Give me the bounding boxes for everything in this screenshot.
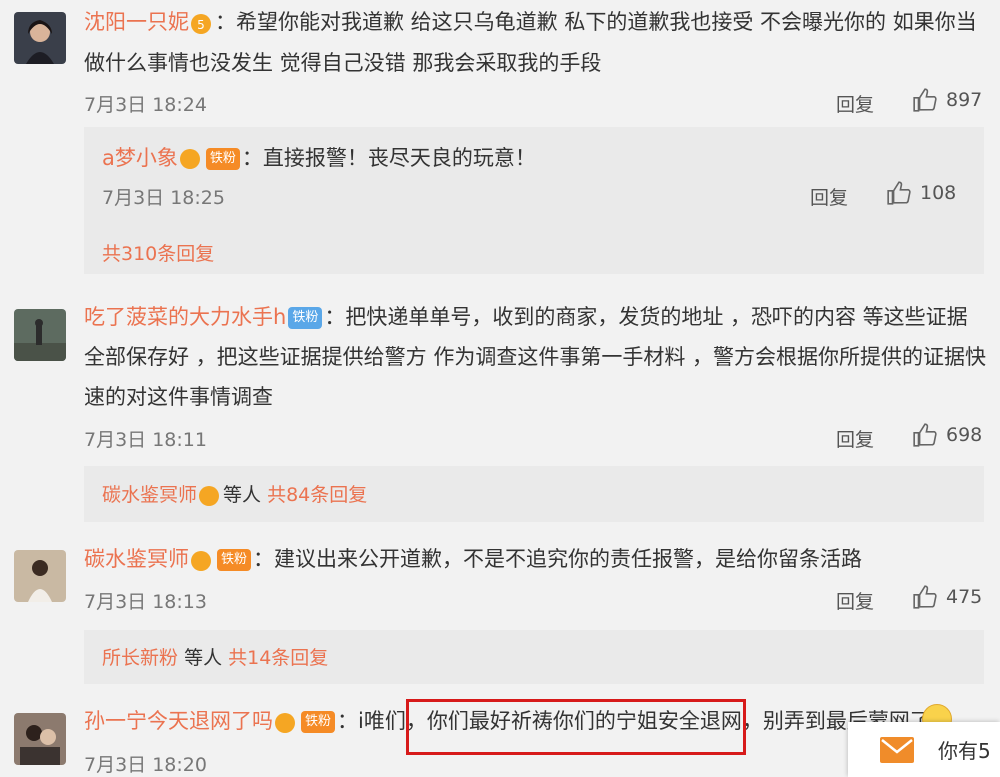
medal-icon bbox=[198, 485, 222, 507]
username[interactable]: 沈阳一只妮 bbox=[84, 10, 189, 34]
thumbs-up-icon bbox=[913, 423, 937, 447]
avatar[interactable] bbox=[14, 309, 66, 361]
comment-text: ：希望你能对我道歉 给这只乌龟道歉 私下的道歉我也接受 不会曝光你的 如果你当 bbox=[215, 10, 977, 34]
summary-suffix: 等人 bbox=[223, 484, 262, 506]
username[interactable]: 碳水鉴冥师 bbox=[102, 484, 197, 506]
fan-badge: 铁粉 bbox=[217, 549, 252, 571]
fan-badge: 铁粉 bbox=[301, 711, 336, 733]
username[interactable]: a梦小象 bbox=[102, 146, 178, 170]
username[interactable]: 所长新粉 bbox=[102, 647, 178, 669]
like-count: 108 bbox=[920, 182, 957, 204]
comment-text: ：建议出来公开道歉，不是不追究你的责任报警，是给你留条活路 bbox=[253, 547, 863, 571]
username[interactable]: 吃了菠菜的大力水手h bbox=[84, 305, 286, 329]
like-button[interactable]: 108 bbox=[886, 180, 956, 206]
timestamp: 7月3日 18:25 bbox=[102, 187, 225, 209]
comment-text: ：i唯们 bbox=[337, 709, 406, 733]
medal-level: 5 bbox=[197, 18, 205, 32]
timestamp: 7月3日 18:13 bbox=[84, 591, 207, 613]
sub-reply-box: 碳水鉴冥师 等人 共84条回复 bbox=[84, 466, 984, 522]
like-button[interactable]: 897 bbox=[912, 87, 982, 113]
comment-text: ：直接报警！丧尽天良的玩意！ bbox=[241, 146, 536, 170]
envelope-icon bbox=[880, 736, 914, 763]
like-count: 897 bbox=[946, 89, 983, 111]
medal-icon bbox=[190, 549, 214, 571]
timestamp: 7月3日 18:11 bbox=[84, 429, 207, 451]
reply-button[interactable]: 回复 bbox=[810, 183, 848, 210]
reply-button[interactable]: 回复 bbox=[836, 90, 874, 117]
username[interactable]: 碳水鉴冥师 bbox=[84, 547, 189, 571]
fan-badge: 铁粉 bbox=[288, 307, 323, 329]
reply-button[interactable]: 回复 bbox=[836, 587, 874, 614]
sub-reply-box: a梦小象 铁粉 ：直接报警！丧尽天良的玩意！ 7月3日 18:25 回复 108 共… bbox=[84, 127, 984, 274]
summary-suffix: 等人 bbox=[184, 647, 223, 669]
thumbs-up-icon bbox=[887, 181, 911, 205]
medal-icon bbox=[274, 711, 298, 733]
message-notification[interactable]: 你有5 bbox=[848, 722, 1000, 777]
avatar[interactable] bbox=[14, 713, 66, 765]
comment-text: 全部保存好 ，把这些证据提供给警方 作为调查这件事第一手材料 ，警方会根据你所提… bbox=[84, 345, 987, 369]
more-replies-link[interactable]: 共84条回复 bbox=[267, 484, 367, 506]
comment-text: 速的对这件事情调查 bbox=[84, 385, 273, 409]
notification-text: 你有5 bbox=[938, 739, 991, 763]
sub-reply-box: 所长新粉 等人 共14条回复 bbox=[84, 630, 984, 684]
comment-text: ：把快递单单号，收到的商家，发货的地址 ，恐吓的内容 等这些证据 bbox=[324, 305, 968, 329]
fan-badge: 铁粉 bbox=[205, 148, 240, 170]
medal-icon bbox=[179, 148, 203, 170]
like-count: 698 bbox=[946, 424, 983, 446]
reply-button[interactable]: 回复 bbox=[836, 425, 874, 452]
timestamp: 7月3日 18:24 bbox=[84, 94, 207, 116]
comment-text: 做什么事情也没发生 觉得自己没错 那我会采取我的手段 bbox=[84, 51, 602, 75]
thumbs-up-icon bbox=[913, 585, 937, 609]
username[interactable]: 孙一宁今天退网了吗 bbox=[84, 709, 273, 733]
like-button[interactable]: 698 bbox=[912, 422, 982, 448]
more-replies-link[interactable]: 共310条回复 bbox=[102, 239, 214, 266]
medal-icon: 5 bbox=[190, 12, 214, 34]
thumbs-up-icon bbox=[913, 88, 937, 112]
timestamp: 7月3日 18:20 bbox=[84, 754, 207, 776]
more-replies-link[interactable]: 共14条回复 bbox=[228, 647, 328, 669]
like-count: 475 bbox=[946, 586, 983, 608]
avatar[interactable] bbox=[14, 12, 66, 64]
like-button[interactable]: 475 bbox=[912, 584, 982, 610]
red-highlight-box bbox=[406, 699, 746, 755]
avatar[interactable] bbox=[14, 550, 66, 602]
